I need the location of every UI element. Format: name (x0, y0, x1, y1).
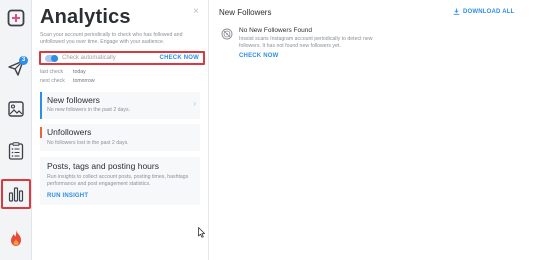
sidebar-item-scheduler[interactable] (0, 133, 32, 169)
empty-state-title: No New Followers Found (239, 27, 312, 34)
last-check-row: last check today (40, 69, 86, 75)
auto-check-toggle[interactable] (45, 54, 58, 62)
download-all-label: DOWNLOAD ALL (463, 8, 515, 15)
card-title: Posts, tags and posting hours (47, 161, 159, 171)
last-check-value: today (73, 69, 86, 75)
sidebar-item-new-post[interactable] (0, 0, 32, 36)
check-now-button[interactable]: CHECK NOW (160, 55, 199, 61)
followers-detail: New Followers DOWNLOAD ALL No New Follow… (210, 0, 550, 260)
card-text: No new followers in the past 2 days. (47, 107, 131, 113)
next-check-value: tomorrow (73, 78, 95, 84)
fire-icon (11, 230, 21, 246)
section-title: New Followers (219, 8, 272, 17)
download-all-button[interactable]: DOWNLOAD ALL (453, 8, 515, 15)
list-icon (8, 142, 24, 160)
empty-check-now-button[interactable]: CHECK NOW (239, 53, 278, 59)
card-accent-bar (40, 127, 42, 138)
page-title: Analytics (40, 6, 131, 28)
card-text: No followers lost in the past 2 days. (47, 140, 129, 146)
card-accent-bar (40, 92, 42, 119)
sidebar-item-promote[interactable] (0, 220, 32, 256)
chevron-right-icon: › (193, 99, 196, 108)
empty-state-text: Inssist scans Instagram account periodic… (239, 36, 373, 49)
scan-icon (221, 28, 233, 40)
new-followers-card[interactable]: New followers No new followers in the pa… (40, 92, 200, 119)
close-icon[interactable]: × (193, 6, 199, 17)
icon-sidebar: 3 (0, 0, 32, 260)
card-text: Run insights to collect account posts, p… (47, 174, 189, 187)
run-insight-button[interactable]: RUN INSIGHT (47, 193, 88, 199)
posts-insights-card: Posts, tags and posting hours Run insigh… (40, 157, 200, 205)
toggle-knob (51, 54, 58, 62)
analytics-panel: Analytics × Scan your account periodical… (32, 0, 209, 260)
download-icon (453, 8, 460, 15)
sidebar-item-analytics[interactable] (1, 179, 31, 209)
card-title: Unfollowers (47, 127, 92, 137)
card-title: New followers (47, 95, 100, 105)
direct-count-badge: 3 (19, 56, 28, 65)
next-check-row: next check tomorrow (40, 78, 95, 84)
next-check-label: next check (40, 78, 65, 84)
panel-description: Scan your account periodically to check … (40, 32, 183, 45)
plus-square-icon (7, 9, 25, 27)
unfollowers-card[interactable]: Unfollowers No followers lost in the pas… (40, 124, 200, 151)
auto-check-row: Check automatically CHECK NOW (39, 51, 205, 65)
auto-check-label: Check automatically (62, 55, 116, 61)
sidebar-item-media[interactable] (0, 91, 32, 127)
sidebar-item-direct[interactable]: 3 (0, 50, 32, 86)
mouse-cursor-icon (198, 227, 205, 238)
bar-chart-icon (8, 187, 24, 202)
image-icon (8, 101, 24, 117)
last-check-label: last check (40, 69, 64, 75)
